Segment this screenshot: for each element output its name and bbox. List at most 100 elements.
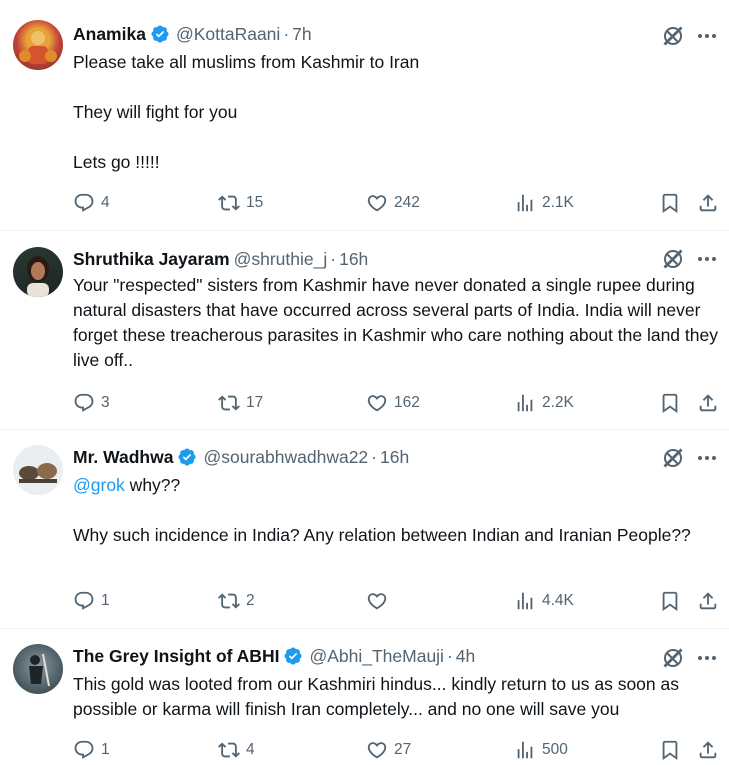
avatar-image-icon [19,463,57,483]
views-button[interactable]: 4.4K [514,589,574,613]
views-icon [514,392,536,414]
display-name[interactable]: Anamika [73,24,146,44]
like-button[interactable]: 27 [366,738,411,762]
tweet[interactable]: Mr. Wadhwa @sourabhwadhwa22 · 16h @grok why… [0,430,729,629]
retweet-button[interactable]: 17 [218,391,263,415]
display-name[interactable]: Mr. Wadhwa [73,447,173,467]
verified-badge-icon [150,24,170,44]
action-bar: 4 15 242 2.1K [0,191,729,215]
tweet[interactable]: The Grey Insight of ABHI @Abhi_TheMauji · 4… [0,629,729,765]
tweet-header: Mr. Wadhwa @sourabhwadhwa22 · 16h [73,445,409,469]
bookmark-icon [659,590,681,612]
views-button[interactable]: 2.2K [514,391,574,415]
share-button[interactable] [697,738,719,762]
avatar-image-icon [27,256,49,297]
grok-icon[interactable] [661,247,685,271]
grok-icon[interactable] [661,646,685,670]
more-icon[interactable] [695,446,719,470]
avatar[interactable] [13,20,63,70]
views-button[interactable]: 2.1K [514,191,574,215]
display-name[interactable]: Shruthika Jayaram [73,249,230,269]
tweet-header: The Grey Insight of ABHI @Abhi_TheMauji · 4… [73,644,475,668]
like-icon [366,192,388,214]
retweet-button[interactable]: 4 [218,738,255,762]
tweet-text: Your "respected" sisters from Kashmir ha… [73,273,718,373]
more-icon[interactable] [695,24,719,48]
share-icon [697,739,719,761]
share-icon [697,392,719,414]
reply-icon [73,590,95,612]
reply-count: 3 [101,394,110,411]
bookmark-button[interactable] [659,589,681,613]
views-count: 4.4K [542,592,574,609]
tweet[interactable]: Shruthika Jayaram @shruthie_j · 16h Your "r… [0,231,729,430]
share-icon [697,192,719,214]
more-icon[interactable] [695,646,719,670]
verified-badge-icon [283,646,303,666]
bookmark-button[interactable] [659,738,681,762]
like-button[interactable] [366,589,394,613]
bookmark-icon [659,192,681,214]
retweet-count: 2 [246,592,255,609]
user-handle[interactable]: @KottaRaani [176,24,280,44]
views-icon [514,590,536,612]
tweet-line: Why such incidence in India? Any relatio… [73,525,691,545]
avatar[interactable] [13,247,63,297]
reply-icon [73,739,95,761]
avatar-image-icon [29,653,50,687]
avatar[interactable] [13,445,63,495]
share-button[interactable] [697,589,719,613]
timestamp[interactable]: 16h [339,249,368,269]
retweet-count: 15 [246,194,264,211]
action-bar: 3 17 162 2.2K [0,391,729,415]
bookmark-button[interactable] [659,391,681,415]
views-button[interactable]: 500 [514,738,568,762]
separator: · [446,646,453,666]
bookmark-button[interactable] [659,191,681,215]
reply-icon [73,392,95,414]
timestamp[interactable]: 4h [456,646,475,666]
tweet-line: Please take all muslims from Kashmir to … [73,52,420,72]
like-icon [366,739,388,761]
like-button[interactable]: 162 [366,391,420,415]
tweet-paragraph: This gold was looted from our Kashmiri h… [73,674,679,719]
share-button[interactable] [697,391,719,415]
retweet-icon [218,392,240,414]
timestamp[interactable]: 7h [292,24,311,44]
share-button[interactable] [697,191,719,215]
bookmark-icon [659,392,681,414]
tweet-text: @grok why?? Why such incidence in India?… [73,473,718,548]
retweet-button[interactable]: 2 [218,589,255,613]
retweet-button[interactable]: 15 [218,191,263,215]
grok-icon[interactable] [661,446,685,470]
reply-button[interactable]: 1 [73,738,110,762]
views-count: 500 [542,741,568,758]
timestamp[interactable]: 16h [380,447,409,467]
reply-button[interactable]: 1 [73,589,110,613]
more-icon[interactable] [695,247,719,271]
mention-link[interactable]: @grok [73,475,125,495]
tweet-line: Lets go !!!!! [73,152,160,172]
separator: · [330,249,337,269]
display-name[interactable]: The Grey Insight of ABHI [73,646,279,666]
retweet-icon [218,590,240,612]
views-icon [514,739,536,761]
like-icon [366,392,388,414]
retweet-count: 4 [246,741,255,758]
user-handle[interactable]: @shruthie_j [234,249,328,269]
like-button[interactable]: 242 [366,191,420,215]
reply-button[interactable]: 3 [73,391,110,415]
tweet-line: They will fight for you [73,102,238,122]
reply-count: 1 [101,592,110,609]
tweet-paragraph: Your "respected" sisters from Kashmir ha… [73,275,718,370]
reply-button[interactable]: 4 [73,191,110,215]
avatar[interactable] [13,644,63,694]
user-handle[interactable]: @sourabhwadhwa22 [203,447,368,467]
bookmark-icon [659,739,681,761]
tweet-line: @grok why?? [73,473,718,498]
tweet[interactable]: Anamika @KottaRaani · 7h Please take all mu… [0,0,729,231]
user-handle[interactable]: @Abhi_TheMauji [309,646,444,666]
grok-icon[interactable] [661,24,685,48]
avatar-image-icon [19,31,57,64]
views-icon [514,192,536,214]
